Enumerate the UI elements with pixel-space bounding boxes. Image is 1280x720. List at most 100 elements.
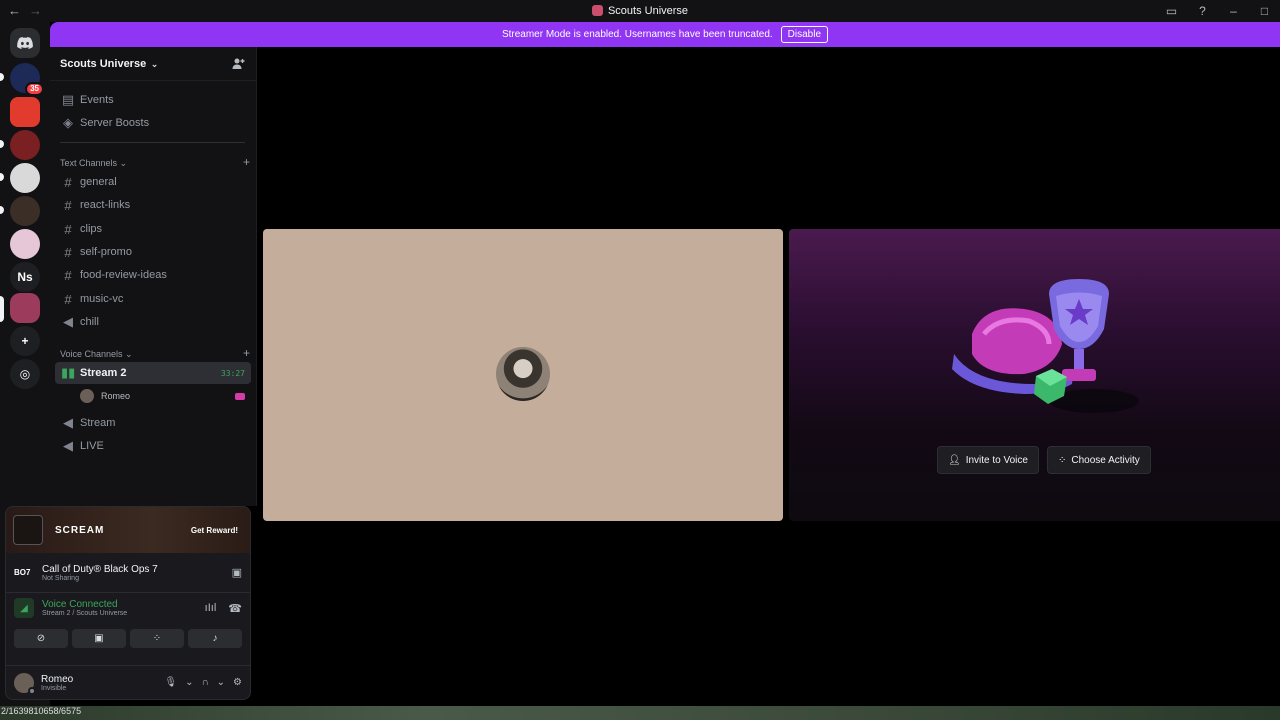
username[interactable]: Romeo — [41, 674, 73, 685]
unread-pill — [0, 73, 4, 81]
channel-react-links[interactable]: # react-links — [55, 194, 251, 216]
voice-status[interactable]: Voice Connected — [42, 599, 193, 610]
voice-actions: ⊘ ▣ ⁘ ♪ — [6, 623, 250, 654]
promo-banner[interactable]: SCREAM Get Reward! — [6, 507, 250, 553]
server-2[interactable] — [10, 97, 40, 127]
discord-home-icon[interactable] — [10, 28, 40, 58]
channel-chill[interactable]: ◀ chill — [55, 311, 251, 333]
trophy-illustration — [952, 279, 1139, 413]
minimize-icon[interactable]: – — [1218, 0, 1249, 22]
desktop-background-strip: 2/1639810658/6575 — [0, 706, 1280, 720]
voice-channel-stream[interactable]: ◀ Stream — [55, 412, 251, 434]
avatar — [80, 389, 94, 403]
promo-thumbnail — [13, 515, 43, 545]
voice-connection: ◢ Voice Connected Stream 2 / Scouts Univ… — [6, 593, 250, 623]
nav-events[interactable]: ▤ Events — [55, 89, 251, 111]
server-4[interactable] — [10, 163, 40, 193]
help-icon[interactable]: ? — [1187, 0, 1218, 22]
unread-pill — [0, 140, 4, 148]
game-activity: BO7 Call of Duty® Black Ops 7 Not Sharin… — [6, 553, 250, 593]
disable-button[interactable]: Disable — [780, 26, 829, 43]
explore-icon[interactable]: ◎ — [10, 359, 40, 389]
channel-clips[interactable]: # clips — [55, 218, 251, 240]
guild-name[interactable]: Scouts Universe ⌄ — [60, 58, 158, 70]
overlay-id-text: 2/1639810658/6575 — [1, 706, 82, 716]
hashtag-icon: # — [64, 267, 72, 283]
user-panel: SCREAM Get Reward! BO7 Call of Duty® Bla… — [5, 506, 251, 700]
server-icon — [591, 5, 603, 16]
chevron-down-icon[interactable]: ⌄ — [217, 677, 225, 688]
voice-channel-live[interactable]: ◀ LIVE — [55, 435, 251, 457]
disconnect-icon[interactable]: ☎ — [228, 602, 242, 615]
camera-off-button[interactable]: ⊘ — [14, 629, 68, 648]
voice-channel-stream-2[interactable]: ▮▮ Stream 2 33:27 — [55, 362, 251, 384]
status-indicator — [28, 686, 36, 695]
gear-icon[interactable]: ⚙ — [233, 677, 242, 688]
divider — [60, 142, 245, 143]
activity-tile: 👤︎ Invite to Voice ⁘ Choose Activity — [789, 229, 1280, 521]
sharing-status: Not Sharing — [42, 574, 79, 582]
add-channel-icon[interactable]: + — [243, 346, 250, 360]
streaming-icon — [235, 392, 245, 400]
avatar — [496, 347, 550, 401]
signal-icon[interactable]: ◢ — [14, 598, 34, 618]
boost-icon: ◈ — [63, 115, 73, 130]
speaker-icon: ◀ — [63, 415, 73, 430]
game-title: Call of Duty® Black Ops 7 — [42, 563, 158, 575]
hashtag-icon: # — [64, 174, 72, 190]
avatar[interactable] — [14, 672, 36, 695]
promo-brand: SCREAM — [55, 524, 105, 536]
calendar-icon: ▤ — [61, 92, 75, 107]
microphone-icon[interactable]: 🎙︎ — [164, 677, 177, 688]
server-5[interactable] — [10, 196, 40, 226]
add-user-icon: 👤︎ — [948, 454, 961, 466]
share-screen-button[interactable]: ▣ — [72, 629, 126, 648]
get-reward-button[interactable]: Get Reward! — [191, 526, 238, 535]
window-title: Scouts Universe — [0, 5, 1280, 17]
mention-badge: 35 — [25, 82, 44, 96]
add-server-icon[interactable]: + — [10, 326, 40, 356]
maximize-icon[interactable]: □ — [1249, 0, 1280, 22]
voice-activity-icon: ▮▮ — [61, 365, 76, 380]
inbox-icon[interactable]: ▭ — [1156, 0, 1187, 22]
user-status: Invisible — [41, 684, 67, 692]
channel-general[interactable]: # general — [55, 171, 251, 193]
nav-server-boosts[interactable]: ◈ Server Boosts — [55, 112, 251, 134]
speaker-icon: ◀ — [63, 438, 73, 453]
voice-channels-header[interactable]: Voice Channels ⌄ + — [60, 346, 250, 360]
server-scouts-universe[interactable] — [10, 293, 40, 323]
voice-member[interactable]: Romeo — [80, 387, 250, 405]
invite-people-icon[interactable] — [232, 57, 246, 71]
channel-food-review-ideas[interactable]: # food-review-ideas — [55, 264, 251, 286]
user-video-tile[interactable] — [263, 229, 783, 521]
add-channel-icon[interactable]: + — [243, 155, 250, 169]
server-1[interactable]: 35 — [10, 63, 44, 96]
unread-pill — [0, 206, 4, 214]
screen-share-icon[interactable]: ▣ — [232, 566, 242, 579]
chevron-down-icon[interactable]: ⌄ — [185, 677, 193, 688]
text-channels-header[interactable]: Text Channels ⌄ + — [60, 155, 250, 169]
activities-button[interactable]: ⁘ — [130, 629, 184, 648]
invite-to-voice-button[interactable]: 👤︎ Invite to Voice — [937, 446, 1039, 474]
voice-location[interactable]: Stream 2 / Scouts Universe — [42, 610, 193, 617]
server-3[interactable] — [10, 130, 40, 160]
hashtag-icon: # — [64, 291, 72, 307]
streamer-mode-banner: Streamer Mode is enabled. Usernames have… — [50, 22, 1280, 47]
selected-pill — [0, 296, 4, 322]
guild-header[interactable]: Scouts Universe ⌄ — [50, 47, 256, 81]
server-6[interactable] — [10, 229, 40, 259]
soundboard-button[interactable]: ♪ — [188, 629, 242, 648]
call-timer: 33:27 — [220, 368, 245, 378]
hashtag-icon: # — [64, 244, 72, 260]
hashtag-icon: # — [64, 197, 72, 213]
headphones-icon[interactable]: ∩ — [201, 677, 208, 688]
channel-music-vc[interactable]: # music-vc — [55, 288, 251, 310]
game-icon: BO7 — [14, 568, 31, 577]
channel-sidebar: Scouts Universe ⌄ ▤ Events ◈ Server Boosts… — [50, 47, 257, 506]
choose-activity-button[interactable]: ⁘ Choose Activity — [1047, 446, 1151, 474]
hashtag-icon: # — [64, 221, 72, 237]
noise-suppression-icon[interactable]: ıIıl — [205, 602, 217, 614]
banner-text: Streamer Mode is enabled. Usernames have… — [501, 29, 773, 40]
channel-self-promo[interactable]: # self-promo — [55, 241, 251, 263]
server-ns[interactable]: Ns — [10, 262, 40, 292]
